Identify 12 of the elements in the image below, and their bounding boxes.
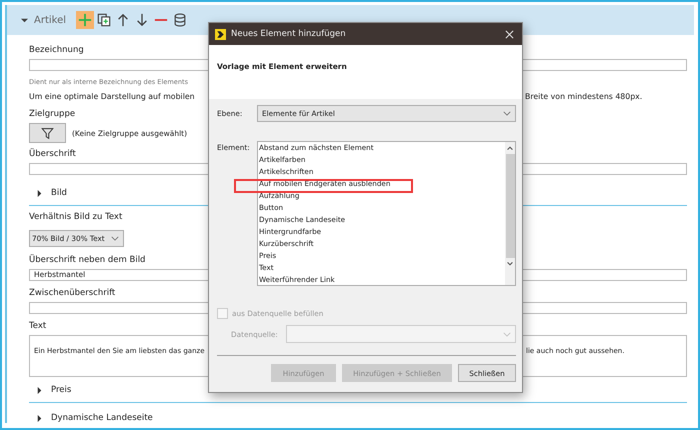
field-label: Verhältnis Bild zu Text xyxy=(29,211,122,223)
field-label: Zielgruppe xyxy=(29,108,76,120)
field-label: Zwischenüberschrift xyxy=(29,287,116,299)
section-title: Dynamische Landeseite xyxy=(51,413,153,423)
field-label: Überschrift xyxy=(29,148,76,160)
panel-title: Artikel xyxy=(34,14,66,26)
section-title: Bild xyxy=(51,188,67,198)
dialog-title: Neues Element hinzufügen xyxy=(231,29,346,39)
section-title: Preis xyxy=(51,385,72,395)
field-label: Überschrift neben dem Bild xyxy=(29,254,146,266)
field-label: Text xyxy=(29,320,46,332)
field-label: Bezeichnung xyxy=(29,44,84,56)
